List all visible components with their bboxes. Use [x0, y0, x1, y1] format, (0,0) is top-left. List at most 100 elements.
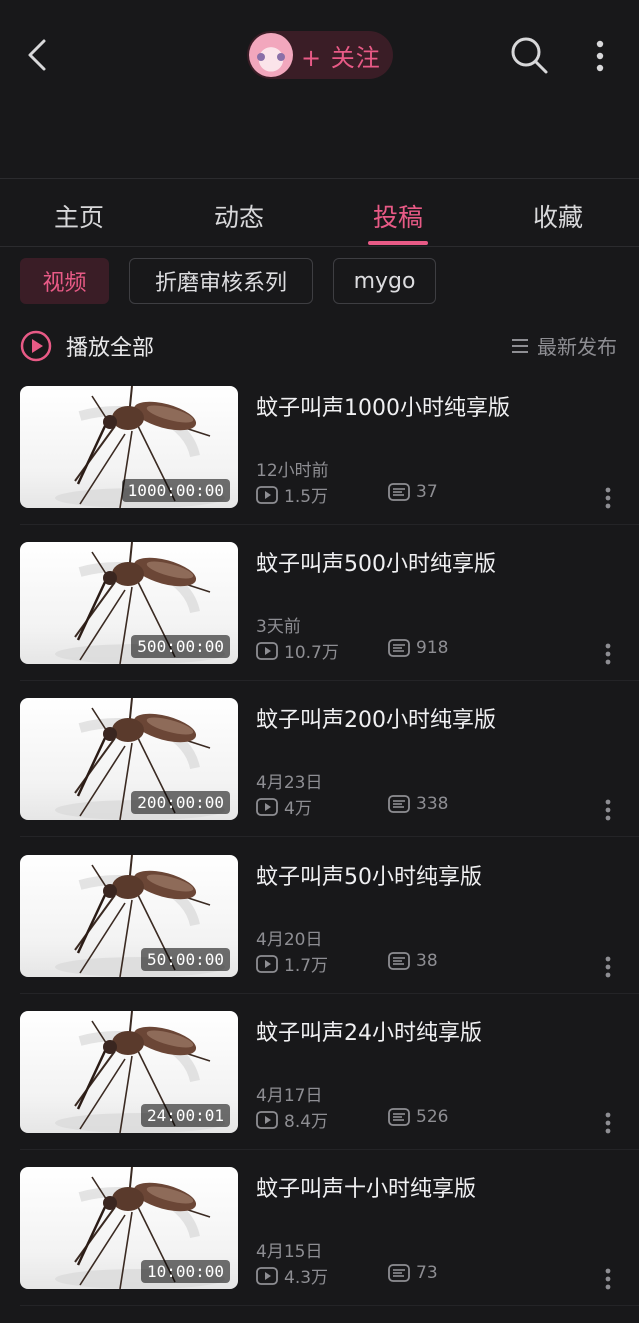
filter-chip-mygo[interactable]: mygo — [333, 258, 436, 304]
more-options-icon[interactable] — [598, 1111, 618, 1135]
more-options-icon[interactable] — [598, 1267, 618, 1291]
header-divider — [0, 178, 639, 179]
comment-count: 37 — [388, 482, 438, 502]
view-count-value: 1.7万 — [284, 956, 329, 976]
video-title[interactable]: 蚊子叫声50小时纯享版 — [256, 859, 482, 891]
more-options-icon[interactable] — [598, 642, 618, 666]
duration-badge: 50:00:00 — [140, 948, 230, 971]
danmaku-count-icon — [388, 1264, 410, 1282]
view-count-value: 8.4万 — [284, 1112, 329, 1132]
row-divider — [20, 1305, 639, 1306]
follow-button[interactable]: + 关注 — [247, 31, 393, 79]
tabs-divider — [0, 246, 639, 247]
play-count-icon — [256, 954, 278, 973]
view-count: 4万 — [256, 794, 312, 819]
back-arrow-icon[interactable] — [22, 36, 56, 74]
comment-count-value: 73 — [416, 1263, 438, 1283]
comment-count-value: 38 — [416, 951, 438, 971]
comment-count-value: 918 — [416, 638, 449, 658]
play-count-icon — [256, 1110, 278, 1129]
duration-badge: 500:00:00 — [131, 635, 230, 658]
play-count-icon — [256, 485, 278, 504]
avatar[interactable] — [249, 33, 293, 77]
video-title[interactable]: 蚊子叫声十小时纯享版 — [256, 1171, 476, 1203]
view-count-value: 4万 — [284, 799, 312, 819]
row-divider — [20, 1149, 639, 1150]
tab-home[interactable]: 主页 — [19, 198, 139, 234]
sort-button[interactable]: 最新发布 — [511, 331, 617, 360]
video-list-item[interactable]: 50:00:00 蚊子叫声50小时纯享版 4月20日 1.7万 38 — [0, 855, 639, 1011]
view-count: 8.4万 — [256, 1107, 328, 1132]
video-thumbnail[interactable]: 24:00:01 — [20, 1011, 238, 1133]
video-thumbnail[interactable]: 10:00:00 — [20, 1167, 238, 1289]
video-title[interactable]: 蚊子叫声24小时纯享版 — [256, 1015, 482, 1047]
upload-date: 4月15日 — [256, 1242, 323, 1262]
more-options-icon[interactable] — [598, 798, 618, 822]
video-list-item[interactable]: 500:00:00 蚊子叫声500小时纯享版 3天前 10.7万 918 — [0, 542, 639, 698]
video-list-item[interactable]: 24:00:01 蚊子叫声24小时纯享版 4月17日 8.4万 526 — [0, 1011, 639, 1167]
play-count-icon — [256, 641, 278, 660]
comment-count-value: 338 — [416, 794, 449, 814]
row-divider — [20, 524, 639, 525]
duration-badge: 1000:00:00 — [121, 479, 230, 502]
tab-dynamic[interactable]: 动态 — [179, 198, 299, 234]
search-icon[interactable] — [508, 34, 550, 76]
row-divider — [20, 680, 639, 681]
video-thumbnail[interactable]: 50:00:00 — [20, 855, 238, 977]
more-options-icon[interactable] — [588, 36, 612, 76]
danmaku-count-icon — [388, 483, 410, 501]
active-tab-indicator — [368, 241, 428, 245]
view-count-value: 1.5万 — [284, 487, 329, 507]
view-count: 4.3万 — [256, 1263, 328, 1288]
comment-count: 73 — [388, 1263, 438, 1283]
video-thumbnail[interactable]: 500:00:00 — [20, 542, 238, 664]
duration-badge: 10:00:00 — [140, 1260, 230, 1283]
comment-count-value: 37 — [416, 482, 438, 502]
video-title[interactable]: 蚊子叫声200小时纯享版 — [256, 702, 496, 734]
comment-count: 918 — [388, 638, 448, 658]
filter-chip-torture-review[interactable]: 折磨审核系列 — [129, 258, 313, 304]
danmaku-count-icon — [388, 952, 410, 970]
video-thumbnail[interactable]: 1000:00:00 — [20, 386, 238, 508]
view-count: 1.7万 — [256, 951, 328, 976]
video-title[interactable]: 蚊子叫声500小时纯享版 — [256, 546, 496, 578]
video-thumbnail[interactable]: 200:00:00 — [20, 698, 238, 820]
view-count-value: 4.3万 — [284, 1268, 329, 1288]
video-list-item[interactable]: 10:00:00 蚊子叫声十小时纯享版 4月15日 4.3万 73 — [0, 1167, 639, 1323]
upload-date: 4月23日 — [256, 773, 323, 793]
comment-count-value: 526 — [416, 1107, 449, 1127]
play-circle-icon — [20, 330, 52, 362]
more-options-icon[interactable] — [598, 486, 618, 510]
comment-count: 38 — [388, 951, 438, 971]
video-list-item[interactable]: 200:00:00 蚊子叫声200小时纯享版 4月23日 4万 338 — [0, 698, 639, 854]
view-count: 10.7万 — [256, 638, 339, 663]
sort-label: 最新发布 — [537, 335, 617, 359]
play-all-button[interactable]: 播放全部 — [20, 326, 154, 366]
comment-count: 338 — [388, 794, 448, 814]
list-sort-icon — [512, 338, 528, 353]
danmaku-count-icon — [388, 639, 410, 657]
view-count-value: 10.7万 — [284, 643, 339, 663]
upload-date: 4月17日 — [256, 1086, 323, 1106]
follow-label: + 关注 — [301, 43, 381, 72]
more-options-icon[interactable] — [598, 955, 618, 979]
row-divider — [20, 836, 639, 837]
upload-date: 12小时前 — [256, 461, 329, 481]
top-bar: + 关注 — [0, 0, 639, 110]
tab-bar: 主页 动态 投稿 收藏 — [0, 180, 639, 246]
video-list-item[interactable]: 1000:00:00 蚊子叫声1000小时纯享版 12小时前 1.5万 37 — [0, 386, 639, 542]
video-title[interactable]: 蚊子叫声1000小时纯享版 — [256, 390, 510, 422]
play-count-icon — [256, 1266, 278, 1285]
view-count: 1.5万 — [256, 482, 328, 507]
danmaku-count-icon — [388, 1108, 410, 1126]
tab-uploads[interactable]: 投稿 — [338, 198, 458, 234]
filter-chip-video[interactable]: 视频 — [20, 258, 109, 304]
upload-date: 3天前 — [256, 617, 301, 637]
tab-favorites[interactable]: 收藏 — [498, 198, 618, 234]
play-all-label: 播放全部 — [66, 336, 155, 361]
play-count-icon — [256, 797, 278, 816]
danmaku-count-icon — [388, 795, 410, 813]
upload-date: 4月20日 — [256, 930, 323, 950]
row-divider — [20, 993, 639, 994]
duration-badge: 24:00:01 — [140, 1104, 230, 1127]
